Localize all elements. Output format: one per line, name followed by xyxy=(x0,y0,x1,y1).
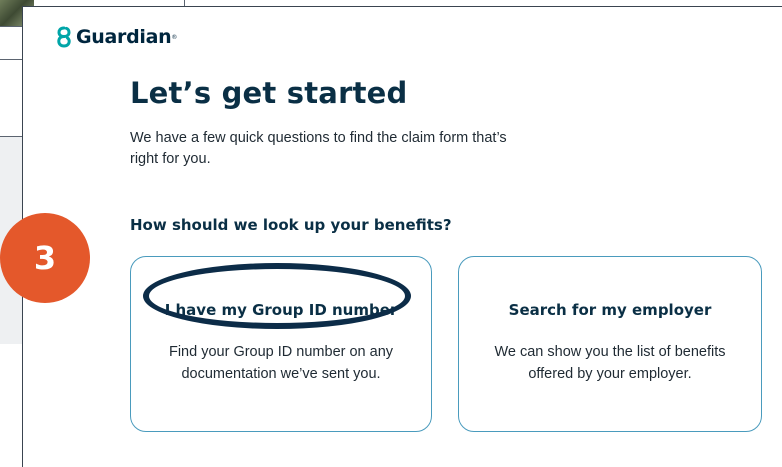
group-id-option-card[interactable]: I have my Group ID number Find your Grou… xyxy=(130,256,432,432)
background-divider xyxy=(0,26,24,27)
search-employer-option-card[interactable]: Search for my employer We can show you t… xyxy=(458,256,762,432)
guardian-logo-icon xyxy=(57,26,71,48)
guardian-logo[interactable]: Guardian ® xyxy=(57,24,177,50)
lookup-question: How should we look up your benefits? xyxy=(130,216,452,234)
option-title: Search for my employer xyxy=(508,301,712,319)
page-title: Let’s get started xyxy=(130,76,408,110)
background-divider xyxy=(0,59,24,60)
step-number-badge: 3 xyxy=(0,213,90,303)
trademark-symbol: ® xyxy=(171,33,178,41)
option-description: Find your Group ID number on any documen… xyxy=(168,344,394,382)
intro-text: We have a few quick questions to find th… xyxy=(130,130,507,167)
guardian-logo-text: Guardian xyxy=(76,26,172,48)
option-description: We can show you the list of benefits off… xyxy=(494,344,726,382)
option-title: I have my Group ID number xyxy=(164,301,398,319)
